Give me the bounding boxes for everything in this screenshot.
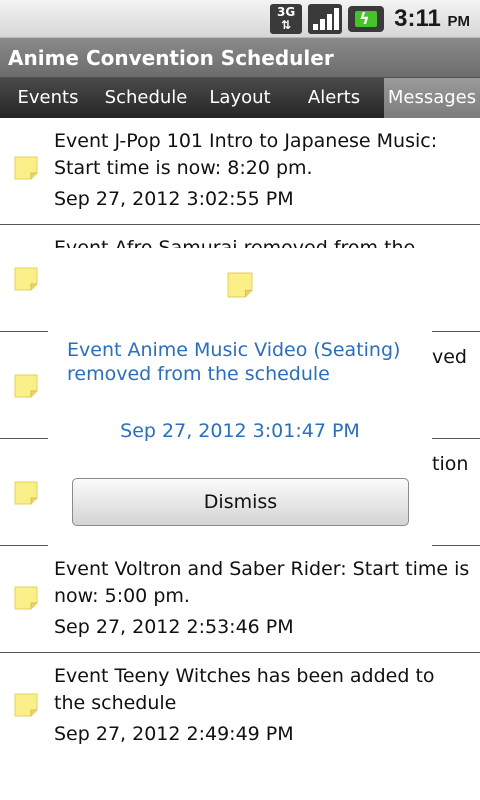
note-icon — [14, 693, 38, 717]
signal-icon — [308, 4, 343, 34]
note-icon — [14, 586, 38, 610]
3g-icon: 3G ⇅ — [270, 4, 303, 34]
app-title: Anime Convention Scheduler — [0, 38, 480, 78]
clock: 3:11 PM — [394, 5, 470, 32]
dismiss-button[interactable]: Dismiss — [72, 478, 409, 526]
status-bar: 3G ⇅ ϟ 3:11 PM — [0, 0, 480, 38]
message-text: ved — [432, 346, 467, 368]
message-date: Sep 27, 2012 3:02:55 PM — [54, 188, 294, 210]
dialog-message: Event Anime Music Video (Seating) remove… — [67, 339, 401, 385]
list-item[interactable]: Event Voltron and Saber Rider: Start tim… — [0, 546, 480, 653]
tab-bar: Events Schedule Layout Alerts Messages — [0, 78, 480, 118]
note-icon — [14, 156, 38, 180]
note-icon — [227, 272, 253, 298]
list-item[interactable]: Event J-Pop 101 Intro to Japanese Music:… — [0, 118, 480, 225]
message-text: Event J-Pop 101 Intro to Japanese Music:… — [54, 130, 438, 179]
message-text: Event Teeny Witches has been added to th… — [54, 665, 435, 714]
note-icon — [14, 374, 38, 398]
tab-schedule[interactable]: Schedule — [96, 78, 196, 118]
tab-alerts[interactable]: Alerts — [284, 78, 384, 118]
dialog-date: Sep 27, 2012 3:01:47 PM — [120, 420, 360, 442]
battery-charging-icon: ϟ — [348, 6, 385, 32]
tab-messages[interactable]: Messages — [384, 78, 480, 118]
tab-layout[interactable]: Layout — [196, 78, 284, 118]
note-icon — [14, 481, 38, 505]
message-text: Event Voltron and Saber Rider: Start tim… — [54, 558, 470, 607]
message-date: Sep 27, 2012 2:53:46 PM — [54, 616, 294, 638]
list-item[interactable]: Event Teeny Witches has been added to th… — [0, 653, 480, 760]
tab-events[interactable]: Events — [0, 78, 96, 118]
message-text: tion — [432, 453, 469, 475]
note-icon — [14, 267, 38, 291]
message-date: Sep 27, 2012 2:49:49 PM — [54, 723, 294, 745]
message-dialog: Event Anime Music Video (Seating) remove… — [48, 248, 432, 546]
